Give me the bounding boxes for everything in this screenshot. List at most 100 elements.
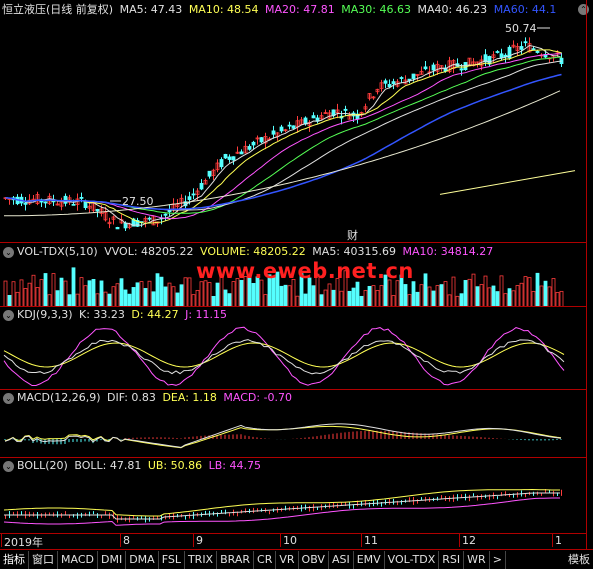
tab-3[interactable]: DMI [98,551,127,569]
volume-bar [539,285,544,307]
candle-body [459,68,464,71]
candle-body [187,196,192,200]
candle-body [123,222,128,229]
volume-bar [155,273,160,307]
volume-bar [331,289,336,307]
candle-body [391,81,396,85]
volume-bar [23,288,28,307]
candle-body [83,201,88,209]
k-label: K: 33.23 [79,308,125,321]
tab-4[interactable]: DMA [126,551,159,569]
tab-14[interactable]: RSI [439,551,465,569]
tab-6[interactable]: TRIX [185,551,218,569]
volume-label: VOLUME: 48205.22 [200,245,306,258]
date-axis-tick [280,533,281,547]
tab-11[interactable]: ASI [329,551,354,569]
volume-bar [347,290,352,307]
volume-bar [183,277,188,307]
boll-menu-icon[interactable]: ⌄ [3,461,14,472]
macd-menu-icon[interactable]: ⌄ [3,393,14,404]
candle-body [399,77,404,79]
volume-bar [475,286,480,307]
volume-bar [131,287,136,307]
kdj-k-line [3,339,565,375]
candle-body [115,227,120,230]
tab-13[interactable]: VOL-TDX [385,551,440,569]
candle-body [531,48,536,51]
date-axis-label: 2019年 [4,536,43,549]
volume-bar [411,281,416,307]
kdj-d-line [3,342,565,368]
tab-16[interactable]: > [490,551,506,569]
volume-bar [287,285,292,307]
tab-0[interactable]: 指标 [0,551,29,569]
tab-9[interactable]: VR [276,551,299,569]
price-panel-title: 恒立液压(日线 前复权) [2,3,114,16]
volume-bar [443,281,448,307]
tab-12[interactable]: EMV [354,551,385,569]
date-axis-tick [120,533,121,547]
volume-bar [15,291,20,307]
macd-value-label: MACD: -0.70 [223,391,293,404]
volume-bar [387,279,392,307]
volume-bar [11,281,16,307]
tab-5[interactable]: FSL [159,551,185,569]
date-axis-label: 11 [364,534,378,547]
finance-marker: 财 [347,228,358,242]
volume-bar [159,276,164,307]
volume-bar [471,273,476,307]
candle-body [519,46,524,50]
tab-1[interactable]: 窗口 [29,551,58,569]
vol-panel-title: VOL-TDX(5,10) [17,245,98,258]
boll-lb-label: LB: 44.75 [208,459,261,472]
kdj-panel-title: KDJ(9,3,3) [17,308,73,321]
volume-bar [171,286,176,307]
volume-bar [419,284,424,307]
volume-bar [363,290,368,307]
candle-body [387,84,392,88]
date-axis-label: 1 [555,534,562,547]
ma40-label: MA40: 46.23 [417,3,488,16]
volume-bar [491,285,496,307]
volume-bar [395,280,400,307]
volume-bar [135,282,140,307]
panel-collapse-icon[interactable]: ⌃ [578,4,589,15]
tab-2[interactable]: MACD [58,551,98,569]
volume-bar [311,285,316,307]
candle-body [499,53,504,59]
vol-ma10-label: MA10: 34814.27 [402,245,494,258]
volume-bar [499,275,504,307]
volume-bar [143,288,148,307]
kdj-j-line [3,326,565,386]
date-axis-tick [459,533,460,547]
kdj-panel-header: KDJ(9,3,3) K: 33.23 D: 44.27 J: 11.15 [17,307,230,323]
volume-bar [35,287,40,307]
volume-bar [223,289,228,307]
candle-body [207,170,212,177]
low-price-label: 27.50 [122,195,154,208]
volume-bar [551,278,556,307]
volume-bar [123,289,128,307]
date-axis-label: 10 [283,534,297,547]
boll-ub-label: UB: 50.86 [147,459,203,472]
tab-15[interactable]: WR [464,551,490,569]
volume-bar [487,287,492,307]
volume-bar [423,273,428,307]
tab-7[interactable]: BRAR [217,551,255,569]
kdj-menu-icon[interactable]: ⌄ [3,310,14,321]
tab-8[interactable]: CR [254,551,277,569]
candle-body [219,159,224,168]
tab-17[interactable]: 模板 [565,551,593,569]
volume-bar [431,290,436,307]
volume-bar [435,285,440,307]
boll-panel-title: BOLL(20) [17,459,68,472]
volume-bar [279,285,284,307]
volume-bar [231,281,236,307]
volume-bar [351,287,356,307]
vol-menu-icon[interactable]: ⌄ [3,247,14,258]
volume-bar [367,285,372,307]
ma-longest-line [439,170,576,195]
volume-bar [99,280,104,307]
tab-10[interactable]: OBV [299,551,329,569]
volume-bar [291,278,296,307]
